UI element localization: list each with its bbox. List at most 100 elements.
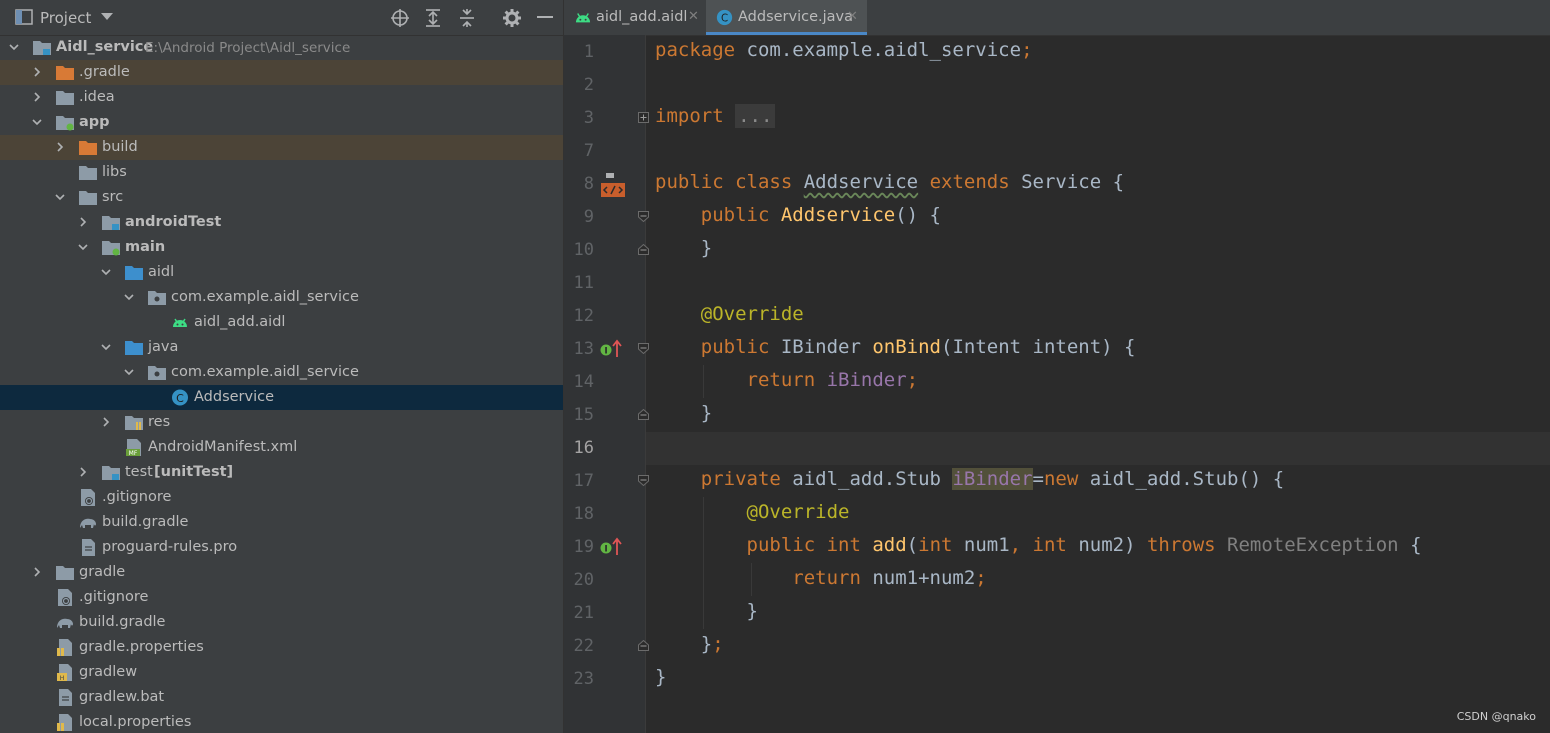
tree-item-local-properties[interactable]: local.properties bbox=[0, 710, 563, 733]
fold-end-icon[interactable] bbox=[638, 640, 649, 651]
tree-item-res[interactable]: res bbox=[0, 410, 563, 435]
tree-item-package-java[interactable]: com.example.aidl_service bbox=[0, 360, 563, 385]
tree-item-aidl-file[interactable]: aidl_add.aidl bbox=[0, 310, 563, 335]
tree-item-libs[interactable]: libs bbox=[0, 160, 563, 185]
chevron-right-icon[interactable] bbox=[31, 566, 43, 578]
implements-method-icon[interactable]: I bbox=[600, 339, 622, 359]
chevron-right-icon[interactable] bbox=[31, 66, 43, 78]
manifest-component-icon[interactable] bbox=[600, 172, 626, 198]
chevron-down-icon[interactable] bbox=[123, 366, 135, 378]
tree-item-gradlew[interactable]: H gradlew bbox=[0, 660, 563, 685]
chevron-right-icon[interactable] bbox=[54, 141, 66, 153]
chevron-right-icon[interactable] bbox=[77, 216, 89, 228]
code-line-14[interactable]: return iBinder; bbox=[655, 369, 919, 391]
line-number: 8 bbox=[583, 174, 594, 194]
project-header: Project bbox=[0, 0, 563, 36]
tree-item-androidtest[interactable]: androidTest bbox=[0, 210, 563, 235]
tree-item-src[interactable]: src bbox=[0, 185, 563, 210]
chevron-down-icon[interactable] bbox=[54, 191, 66, 203]
code-line-21[interactable]: } bbox=[655, 600, 758, 622]
tree-item-proguard[interactable]: proguard-rules.pro bbox=[0, 535, 563, 560]
tree-item-label: gradlew.bat bbox=[79, 689, 165, 705]
code-line-19[interactable]: public int add(int num1, int num2) throw… bbox=[655, 534, 1422, 556]
tree-item-package-aidl[interactable]: com.example.aidl_service bbox=[0, 285, 563, 310]
code-line-3[interactable]: import ... bbox=[655, 104, 776, 128]
tree-item-label: gradle bbox=[79, 564, 126, 580]
android-module-folder-icon bbox=[56, 116, 74, 131]
tree-item-root-gitignore[interactable]: .gitignore bbox=[0, 585, 563, 610]
fold-collapse-icon[interactable] bbox=[638, 343, 649, 354]
tree-item-gradlew-bat[interactable]: gradlew.bat bbox=[0, 685, 563, 710]
expand-all-icon[interactable] bbox=[424, 8, 442, 28]
fold-end-icon[interactable] bbox=[638, 244, 649, 255]
gitignore-file-icon bbox=[58, 589, 72, 606]
source-set-folder-icon bbox=[102, 241, 120, 256]
fold-collapse-icon[interactable] bbox=[638, 211, 649, 222]
chevron-down-icon[interactable] bbox=[100, 341, 112, 353]
tree-item-aidl[interactable]: aidl bbox=[0, 260, 563, 285]
gear-icon[interactable] bbox=[502, 8, 522, 28]
code-line-15[interactable]: } bbox=[655, 402, 712, 424]
code-token: ( bbox=[906, 534, 919, 556]
tree-item-addservice[interactable]: C Addservice bbox=[0, 385, 563, 410]
tree-item-test[interactable]: test [unitTest] bbox=[0, 460, 563, 485]
code-line-18[interactable]: @Override bbox=[655, 501, 850, 523]
tree-item-app-gitignore[interactable]: .gitignore bbox=[0, 485, 563, 510]
tree-item-app[interactable]: app bbox=[0, 110, 563, 135]
tree-item-label: gradle.properties bbox=[79, 639, 204, 655]
code-line-17[interactable]: private aidl_add.Stub iBinder=new aidl_a… bbox=[655, 468, 1284, 490]
fold-collapse-icon[interactable] bbox=[638, 475, 649, 486]
code-line-20[interactable]: return num1+num2; bbox=[655, 567, 987, 589]
android-icon bbox=[173, 318, 187, 327]
code-line-23[interactable]: } bbox=[655, 666, 666, 688]
tree-item-app-build-gradle[interactable]: build.gradle bbox=[0, 510, 563, 535]
code-line-9[interactable]: public Addservice() { bbox=[655, 204, 941, 226]
code-line-8[interactable]: public class Addservice extends Service … bbox=[655, 171, 1124, 193]
tree-item-java[interactable]: java bbox=[0, 335, 563, 360]
tree-item-gradle-dir[interactable]: .gradle bbox=[0, 60, 563, 85]
project-panel-title[interactable]: Project bbox=[40, 9, 91, 27]
close-icon[interactable]: ✕ bbox=[847, 9, 858, 24]
chevron-right-icon[interactable] bbox=[100, 416, 112, 428]
chevron-right-icon[interactable] bbox=[31, 91, 43, 103]
code-line-1[interactable]: package com.example.aidl_service; bbox=[655, 39, 1033, 61]
implements-method-icon[interactable]: I bbox=[600, 537, 622, 557]
tab-addservice-java[interactable]: C Addservice.java ✕ bbox=[706, 0, 867, 35]
line-number: 11 bbox=[573, 273, 594, 293]
code-token: } bbox=[655, 633, 713, 655]
code-token: ; bbox=[975, 567, 987, 589]
tree-item-gradle-properties[interactable]: gradle.properties bbox=[0, 635, 563, 660]
chevron-down-icon[interactable] bbox=[31, 116, 43, 128]
minimize-icon[interactable] bbox=[537, 16, 553, 19]
fold-expand-icon[interactable] bbox=[638, 112, 649, 123]
chevron-down-icon[interactable] bbox=[77, 241, 89, 253]
package-icon bbox=[148, 291, 166, 305]
tree-item-build-dir[interactable]: build bbox=[0, 135, 563, 160]
tree-item-idea[interactable]: .idea bbox=[0, 85, 563, 110]
chevron-down-icon[interactable] bbox=[8, 41, 20, 53]
line-number: 7 bbox=[583, 141, 594, 161]
code-line-12[interactable]: @Override bbox=[655, 303, 804, 325]
tab-aidl-add[interactable]: aidl_add.aidl ✕ bbox=[564, 0, 706, 35]
view-dropdown-icon[interactable] bbox=[101, 13, 113, 21]
chevron-down-icon[interactable] bbox=[100, 266, 112, 278]
collapse-all-icon[interactable] bbox=[458, 8, 476, 28]
close-icon[interactable]: ✕ bbox=[688, 9, 699, 24]
fold-end-icon[interactable] bbox=[638, 409, 649, 420]
tree-item-label: src bbox=[102, 189, 124, 205]
tree-item-aidl-service[interactable]: Aidl_service E:\Android Project\Aidl_ser… bbox=[0, 35, 563, 60]
locate-file-icon[interactable] bbox=[390, 8, 410, 28]
gradle-elephant-icon bbox=[80, 518, 96, 528]
tree-item-root-build-gradle[interactable]: build.gradle bbox=[0, 610, 563, 635]
tree-item-label: com.example.aidl_service bbox=[171, 289, 359, 305]
line-number: 1 bbox=[583, 42, 594, 62]
code-line-22[interactable]: }; bbox=[655, 633, 724, 655]
chevron-right-icon[interactable] bbox=[77, 466, 89, 478]
chevron-down-icon[interactable] bbox=[123, 291, 135, 303]
code-line-13[interactable]: public IBinder onBind(Intent intent) { bbox=[655, 336, 1136, 358]
tree-item-manifest[interactable]: MF AndroidManifest.xml bbox=[0, 435, 563, 460]
tree-item-gradle-folder[interactable]: gradle bbox=[0, 560, 563, 585]
code-line-10[interactable]: } bbox=[655, 237, 712, 259]
tree-item-main[interactable]: main bbox=[0, 235, 563, 260]
folded-imports[interactable]: ... bbox=[735, 104, 776, 128]
